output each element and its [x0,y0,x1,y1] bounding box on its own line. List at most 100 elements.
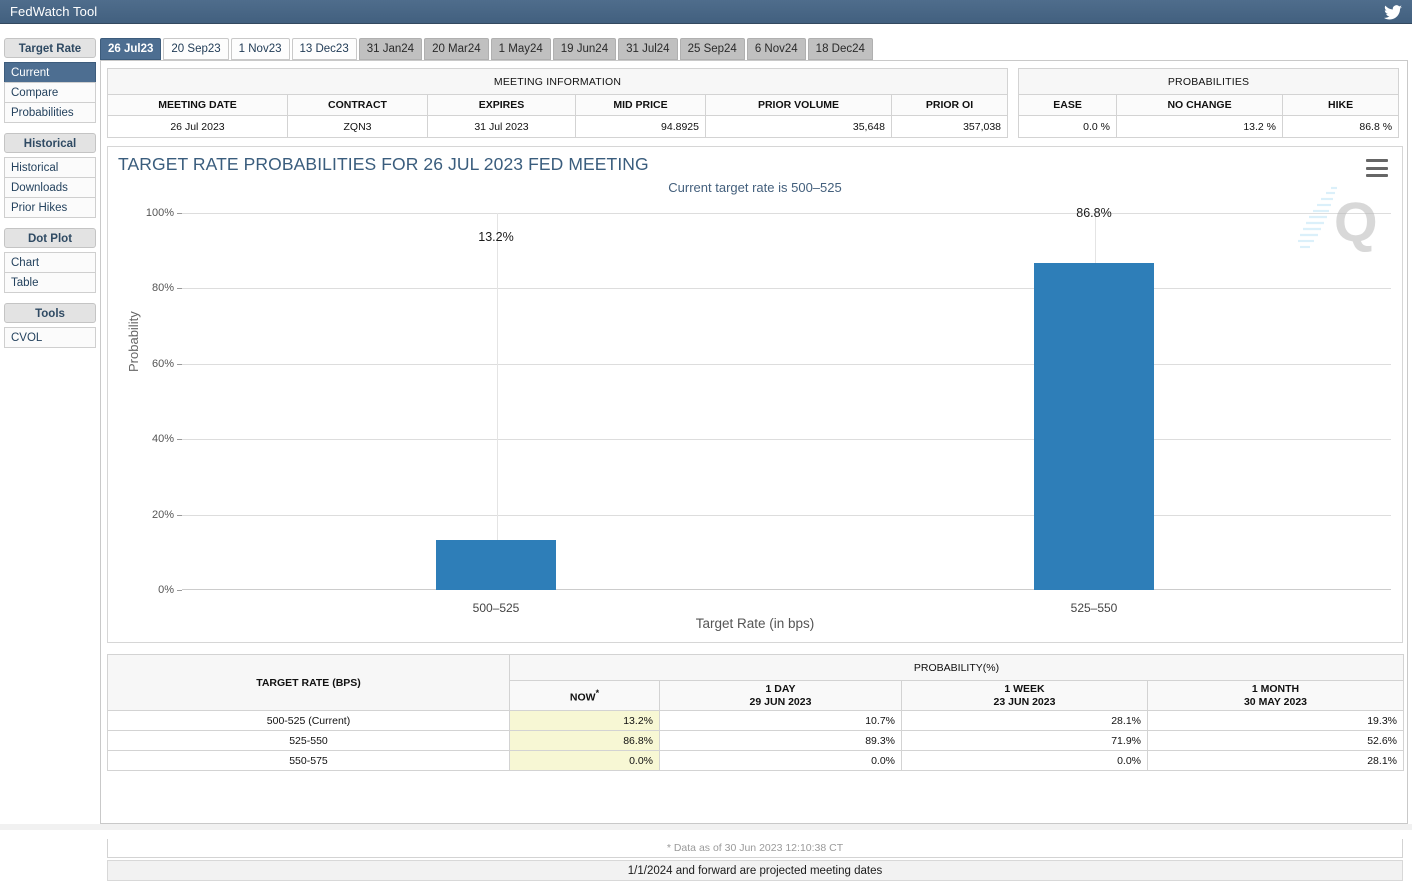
cell-prior-oi: 357,038 [890,115,1009,138]
cell-hike: 86.8 % [1282,115,1400,138]
category-separator-1 [497,213,498,590]
cell-mid-price: 94.8925 [575,115,706,138]
sidebar-item-probabilities[interactable]: Probabilities [4,102,96,123]
tab-18-dec24[interactable]: 18 Dec24 [807,38,873,60]
tab-6-nov24[interactable]: 6 Nov24 [746,38,806,60]
gridline-60 [182,363,1391,365]
probabilities-summary-row: 0.0 % 13.2 % 86.8 % [1018,115,1400,138]
cell-day-1: 89.3% [659,730,902,751]
cell-week-2: 0.0% [901,750,1148,771]
cell-now-0: 13.2% [509,710,660,731]
sidebar-item-current[interactable]: Current [4,62,96,83]
cell-week-0: 28.1% [901,710,1148,731]
app-title: FedWatch Tool [10,4,98,19]
y-tick-label-100: 100% [145,207,174,219]
table-row: 550-575 0.0% 0.0% 0.0% 28.1% [107,750,1404,771]
tab-31-jul24[interactable]: 31 Jul24 [618,38,678,60]
cell-meeting-date: 26 Jul 2023 [107,115,288,138]
tab-20-mar24[interactable]: 20 Mar24 [424,38,489,60]
y-tick-label-40: 40% [151,433,174,446]
cell-week-1: 71.9% [901,730,1148,751]
probabilities-band: PROBABILITIES [1018,68,1400,95]
tab-25-sep24[interactable]: 25 Sep24 [679,38,745,60]
tab-1-nov23[interactable]: 1 Nov23 [230,38,290,60]
cell-rate-0: 500-525 (Current) [107,710,510,731]
header-meeting-date: MEETING DATE [107,94,288,116]
header-target-rate-bps: TARGET RATE (BPS) [107,654,510,711]
probabilities-summary-table: PROBABILITIES EASE NO CHANGE HIKE 0.0 % … [1018,68,1400,138]
cell-month-1: 52.6% [1147,730,1404,751]
x-axis-label: Target Rate (in bps) [695,616,815,631]
cell-now-2: 0.0% [509,750,660,771]
tickmark-0 [177,589,182,591]
sidebar-item-chart[interactable]: Chart [4,252,96,273]
header-mid-price: MID PRICE [575,94,706,116]
data-as-of-footnote: * Data as of 30 Jun 2023 12:10:38 CT [107,839,1403,858]
gridline-20 [182,514,1391,516]
tab-1-may24[interactable]: 1 May24 [490,38,551,60]
tab-26-jul23[interactable]: 26 Jul23 [100,38,162,60]
bar-value-500-525: 13.2% [478,230,514,244]
header-ease: EASE [1018,94,1118,116]
sidebar-item-cvol[interactable]: CVOL [4,327,96,348]
probability-band: PROBABILITY(%) [509,654,1404,681]
twitter-bird-icon[interactable] [1376,1,1410,23]
sidebar-item-downloads[interactable]: Downloads [4,177,96,198]
probability-table: TARGET RATE (BPS) PROBABILITY(%) NOW* 1 … [107,654,1404,771]
x-axis-line [182,589,1391,590]
bar-525-550[interactable] [1034,263,1154,590]
tab-13-dec23[interactable]: 13 Dec23 [291,38,357,60]
header-1-month-line2: 30 MAY 2023 [1243,695,1308,708]
chart-card: TARGET RATE PROBABILITIES FOR 26 JUL 202… [107,146,1403,643]
gridline-100 [182,213,1391,214]
meeting-information-row: 26 Jul 2023 ZQN3 31 Jul 2023 94.8925 35,… [107,115,1009,138]
gridline-40 [182,439,1391,441]
meeting-information-table: MEETING INFORMATION MEETING DATE CONTRAC… [106,68,1009,138]
sidebar-item-table[interactable]: Table [4,272,96,293]
y-tick-label-20: 20% [151,508,174,521]
sidebar-item-historical[interactable]: Historical [4,157,96,178]
cell-now-1: 86.8% [509,730,660,751]
header-no-change: NO CHANGE [1116,94,1284,116]
chart-subtitle: Current target rate is 500–525 [668,180,842,195]
cell-day-2: 0.0% [659,750,902,771]
sidebar-group-dot-plot: Dot Plot [4,228,96,248]
bar-value-525-550: 86.8% [1076,206,1112,220]
cell-contract: ZQN3 [287,115,428,138]
chart-title: TARGET RATE PROBABILITIES FOR 26 JUL 202… [118,154,649,174]
hamburger-menu-icon[interactable] [1366,159,1388,177]
tab-31-jan24[interactable]: 31 Jan24 [358,38,423,60]
table-row: 500-525 (Current) 13.2% 10.7% 28.1% 19.3… [107,710,1404,731]
tickmark-80 [177,288,182,290]
cell-month-0: 19.3% [1147,710,1404,731]
plot-area: 100% 80% 60% 40% 20% 0% 13.2% 86.8% 500–… [146,206,1391,615]
cell-prior-volume: 35,648 [705,115,892,138]
y-tick-label-0: 0% [158,584,174,596]
header-1-week: 1 WEEK 23 JUN 2023 [901,680,1148,711]
sidebar-group-historical: Historical [4,133,96,153]
tab-20-sep23[interactable]: 20 Sep23 [163,38,229,60]
bar-500-525[interactable] [436,540,556,590]
meeting-information-band: MEETING INFORMATION [106,68,1009,95]
header-1-day-line2: 29 JUN 2023 [749,695,812,708]
cell-no-change: 13.2 % [1116,115,1284,138]
header-1-month-line1: 1 MONTH [1251,682,1300,695]
horizontal-scrollbar[interactable] [0,824,1412,830]
header-now-star: * [595,687,600,698]
y-axis-label: Probability [126,311,141,372]
sidebar-group-target-rate: Target Rate [4,38,96,58]
cell-ease: 0.0 % [1018,115,1118,138]
header-now: NOW* [509,680,660,711]
sidebar-item-compare[interactable]: Compare [4,82,96,103]
cell-rate-1: 525-550 [107,730,510,751]
header-1-month: 1 MONTH 30 MAY 2023 [1147,680,1404,711]
cell-rate-2: 550-575 [107,750,510,771]
tab-19-jun24[interactable]: 19 Jun24 [552,38,617,60]
summary-tables: MEETING INFORMATION MEETING DATE CONTRAC… [106,68,1400,138]
sidebar-item-prior-hikes[interactable]: Prior Hikes [4,197,96,218]
tickmark-20 [177,514,182,516]
x-category-label-500-525: 500–525 [472,601,520,615]
projected-meeting-dates-note: 1/1/2024 and forward are projected meeti… [107,860,1403,881]
header-contract: CONTRACT [287,94,428,116]
header-prior-volume: PRIOR VOLUME [705,94,892,116]
